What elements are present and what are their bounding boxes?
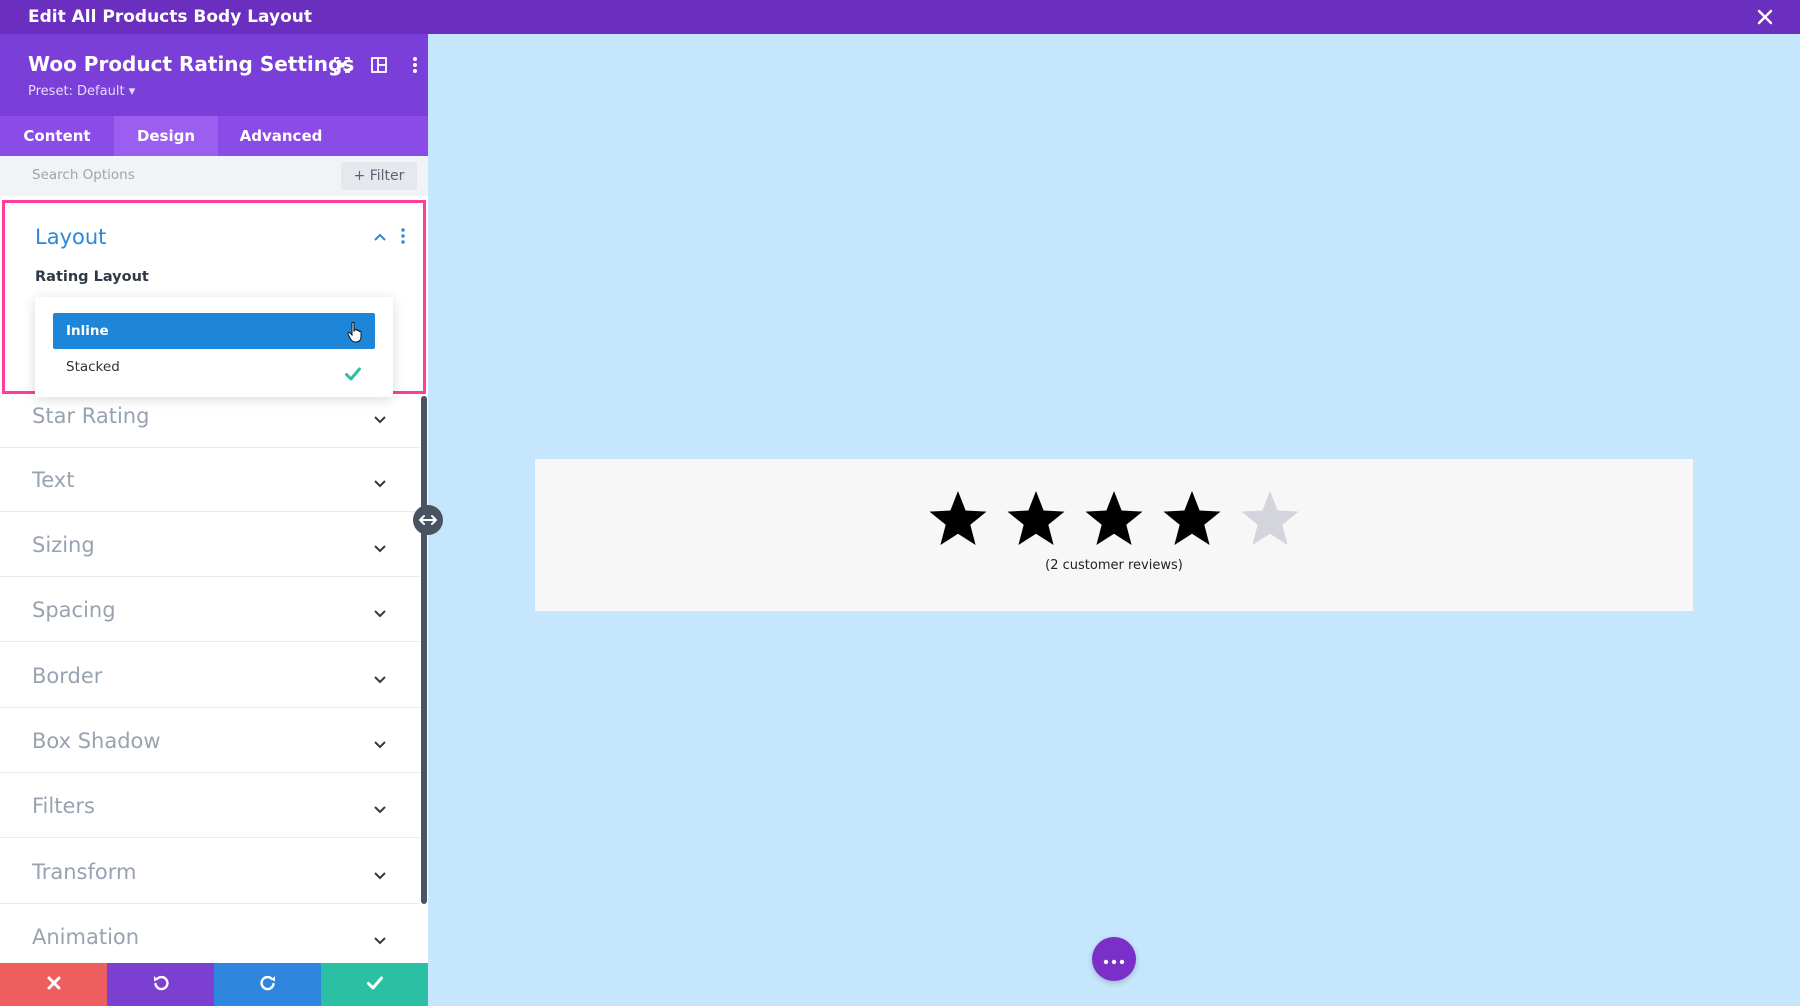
pointer-cursor-icon bbox=[347, 321, 363, 343]
scrollbar-thumb[interactable] bbox=[421, 396, 427, 904]
chevron-down-icon bbox=[373, 604, 387, 618]
option-stacked[interactable]: Stacked bbox=[53, 349, 375, 385]
star-filled-icon bbox=[929, 491, 987, 545]
window-title: Edit All Products Body Layout bbox=[28, 7, 312, 27]
star-filled-icon bbox=[1085, 491, 1143, 545]
layout-section-title[interactable]: Layout bbox=[35, 225, 106, 249]
tab-design[interactable]: Design bbox=[114, 116, 218, 156]
option-label: Inline bbox=[66, 323, 109, 339]
option-inline[interactable]: Inline bbox=[53, 313, 375, 349]
check-icon bbox=[366, 975, 383, 994]
preset-selector[interactable]: Preset: Default ▾ bbox=[28, 84, 135, 99]
product-rating-module[interactable]: (2 customer reviews) bbox=[535, 459, 1693, 611]
settings-panel: Woo Product Rating Settings Preset: Defa… bbox=[0, 34, 428, 1006]
section-label: Animation bbox=[32, 925, 140, 949]
chevron-down-icon bbox=[373, 800, 387, 814]
search-options-row: Search Options + Filter bbox=[0, 156, 428, 196]
star-filled-icon bbox=[1163, 491, 1221, 545]
chevron-up-icon[interactable] bbox=[373, 229, 387, 243]
fullscreen-icon[interactable] bbox=[331, 54, 353, 76]
section-border[interactable]: Border bbox=[0, 644, 420, 708]
chevron-down-icon bbox=[373, 670, 387, 684]
section-animation[interactable]: Animation bbox=[0, 905, 420, 969]
tab-advanced[interactable]: Advanced bbox=[218, 116, 344, 156]
chevron-down-icon bbox=[373, 474, 387, 488]
chevron-down-icon bbox=[373, 931, 387, 945]
filter-button[interactable]: + Filter bbox=[341, 162, 417, 190]
panel-action-bar bbox=[0, 963, 428, 1006]
redo-button[interactable] bbox=[214, 963, 321, 1006]
panel-resize-handle[interactable] bbox=[413, 505, 443, 535]
section-label: Star Rating bbox=[32, 404, 150, 428]
section-label: Text bbox=[32, 468, 75, 492]
section-label: Filters bbox=[32, 794, 95, 818]
option-label: Stacked bbox=[66, 359, 120, 375]
close-icon[interactable] bbox=[1752, 4, 1778, 30]
layout-section: Layout Rating Layout Inline Stacked bbox=[2, 200, 426, 397]
preset-label: Preset: Default bbox=[28, 84, 125, 99]
section-label: Transform bbox=[32, 860, 137, 884]
section-options-icon[interactable] bbox=[400, 227, 406, 245]
section-label: Box Shadow bbox=[32, 729, 161, 753]
tab-content[interactable]: Content bbox=[0, 116, 114, 156]
section-label: Spacing bbox=[32, 598, 116, 622]
star-filled-icon bbox=[1007, 491, 1065, 545]
chevron-down-icon bbox=[373, 410, 387, 424]
section-label: Sizing bbox=[32, 533, 95, 557]
section-transform[interactable]: Transform bbox=[0, 840, 420, 904]
chevron-down-icon bbox=[373, 539, 387, 553]
rating-layout-label: Rating Layout bbox=[35, 269, 149, 285]
section-box-shadow[interactable]: Box Shadow bbox=[0, 709, 420, 773]
page-settings-button[interactable] bbox=[1092, 937, 1136, 981]
chevron-down-icon bbox=[373, 735, 387, 749]
star-rating bbox=[535, 489, 1693, 547]
star-empty-icon bbox=[1241, 491, 1299, 545]
split-view-icon[interactable] bbox=[368, 54, 390, 76]
resize-arrows-icon bbox=[418, 511, 438, 530]
undo-icon bbox=[152, 974, 170, 996]
customer-reviews-link[interactable]: (2 customer reviews) bbox=[535, 558, 1693, 573]
window-title-bar: Edit All Products Body Layout bbox=[0, 0, 1800, 34]
save-button[interactable] bbox=[321, 963, 428, 1006]
section-label: Border bbox=[32, 664, 103, 688]
panel-title: Woo Product Rating Settings bbox=[28, 52, 355, 76]
section-spacing[interactable]: Spacing bbox=[0, 578, 420, 642]
check-icon bbox=[345, 359, 361, 381]
undo-button[interactable] bbox=[107, 963, 214, 1006]
redo-icon bbox=[259, 974, 277, 996]
rating-layout-dropdown[interactable]: Inline Stacked bbox=[35, 297, 393, 397]
section-sizing[interactable]: Sizing bbox=[0, 513, 420, 577]
panel-tabs: Content Design Advanced bbox=[0, 116, 428, 156]
section-filters[interactable]: Filters bbox=[0, 774, 420, 838]
more-horizontal-icon bbox=[1103, 950, 1125, 969]
search-options-input[interactable]: Search Options bbox=[32, 167, 135, 183]
panel-header: Woo Product Rating Settings Preset: Defa… bbox=[0, 34, 428, 116]
more-options-icon[interactable] bbox=[404, 54, 426, 76]
chevron-down-icon bbox=[373, 866, 387, 880]
section-text[interactable]: Text bbox=[0, 448, 420, 512]
close-icon bbox=[47, 975, 61, 994]
discard-button[interactable] bbox=[0, 963, 107, 1006]
